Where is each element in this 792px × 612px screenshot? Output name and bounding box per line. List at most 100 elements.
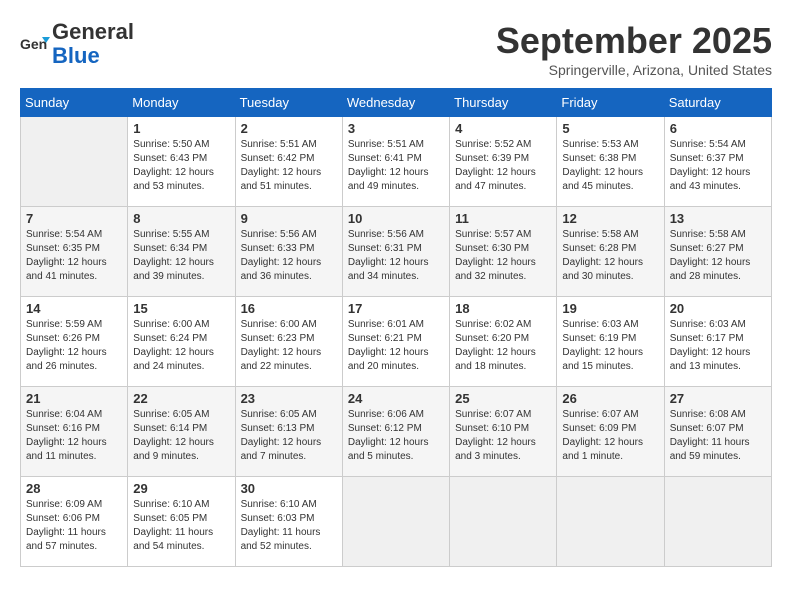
day-number: 2 (241, 121, 337, 136)
logo-line2: Blue (52, 43, 100, 68)
day-number: 21 (26, 391, 122, 406)
calendar-week-row: 21 Sunrise: 6:04 AM Sunset: 6:16 PM Dayli… (21, 387, 772, 477)
day-number: 12 (562, 211, 658, 226)
calendar-cell: 10 Sunrise: 5:56 AM Sunset: 6:31 PM Dayli… (342, 207, 449, 297)
calendar-cell: 23 Sunrise: 6:05 AM Sunset: 6:13 PM Dayli… (235, 387, 342, 477)
calendar-cell: 16Sunrise: 6:00 AM Sunset: 6:23 PM Dayli… (235, 297, 342, 387)
cell-info: Sunrise: 6:03 AM Sunset: 6:19 PM Dayligh… (562, 318, 658, 374)
calendar-cell: 29 Sunrise: 6:10 AM Sunset: 6:05 PM Dayli… (128, 477, 235, 567)
cell-info: Sunrise: 5:51 AM Sunset: 6:42 PM Dayligh… (241, 138, 337, 194)
day-number: 7 (26, 211, 122, 226)
day-number: 16 (241, 301, 337, 316)
day-number: 27 (670, 391, 766, 406)
weekday-header: Wednesday (342, 89, 449, 117)
calendar-cell (450, 477, 557, 567)
cell-info: Sunrise: 6:07 AM Sunset: 6:09 PM Dayligh… (562, 408, 658, 464)
calendar-cell: 2 Sunrise: 5:51 AM Sunset: 6:42 PM Daylig… (235, 117, 342, 207)
day-number: 30 (241, 481, 337, 496)
cell-info: Sunrise: 5:51 AM Sunset: 6:41 PM Dayligh… (348, 138, 444, 194)
calendar-cell: 12 Sunrise: 5:58 AM Sunset: 6:28 PM Dayli… (557, 207, 664, 297)
cell-info: Sunrise: 6:06 AM Sunset: 6:12 PM Dayligh… (348, 408, 444, 464)
day-number: 3 (348, 121, 444, 136)
day-number: 22 (133, 391, 229, 406)
day-number: 1 (133, 121, 229, 136)
day-number: 24 (348, 391, 444, 406)
calendar-cell: 3 Sunrise: 5:51 AM Sunset: 6:41 PM Daylig… (342, 117, 449, 207)
calendar-cell: 1 Sunrise: 5:50 AM Sunset: 6:43 PM Daylig… (128, 117, 235, 207)
calendar-week-row: 7Sunrise: 5:54 AM Sunset: 6:35 PM Daylig… (21, 207, 772, 297)
calendar-body: 1 Sunrise: 5:50 AM Sunset: 6:43 PM Daylig… (21, 117, 772, 567)
cell-info: Sunrise: 5:56 AM Sunset: 6:33 PM Dayligh… (241, 228, 337, 284)
calendar-cell: 17 Sunrise: 6:01 AM Sunset: 6:21 PM Dayli… (342, 297, 449, 387)
logo: Gen General Blue (20, 20, 134, 68)
day-number: 9 (241, 211, 337, 226)
calendar-table: SundayMondayTuesdayWednesdayThursdayFrid… (20, 88, 772, 567)
calendar-week-row: 14Sunrise: 5:59 AM Sunset: 6:26 PM Dayli… (21, 297, 772, 387)
calendar-cell (21, 117, 128, 207)
month-title: September 2025 (496, 20, 772, 62)
cell-info: Sunrise: 5:58 AM Sunset: 6:27 PM Dayligh… (670, 228, 766, 284)
cell-info: Sunrise: 5:57 AM Sunset: 6:30 PM Dayligh… (455, 228, 551, 284)
cell-info: Sunrise: 6:04 AM Sunset: 6:16 PM Dayligh… (26, 408, 122, 464)
calendar-cell (664, 477, 771, 567)
calendar-cell: 6 Sunrise: 5:54 AM Sunset: 6:37 PM Daylig… (664, 117, 771, 207)
calendar-cell: 22 Sunrise: 6:05 AM Sunset: 6:14 PM Dayli… (128, 387, 235, 477)
day-number: 25 (455, 391, 551, 406)
day-number: 26 (562, 391, 658, 406)
weekday-header: Monday (128, 89, 235, 117)
calendar-header-row: SundayMondayTuesdayWednesdayThursdayFrid… (21, 89, 772, 117)
calendar-cell: 24 Sunrise: 6:06 AM Sunset: 6:12 PM Dayli… (342, 387, 449, 477)
day-number: 5 (562, 121, 658, 136)
calendar-cell (342, 477, 449, 567)
day-number: 18 (455, 301, 551, 316)
cell-info: Sunrise: 6:09 AM Sunset: 6:06 PM Dayligh… (26, 498, 122, 554)
cell-info: Sunrise: 6:08 AM Sunset: 6:07 PM Dayligh… (670, 408, 766, 464)
cell-info: Sunrise: 5:58 AM Sunset: 6:28 PM Dayligh… (562, 228, 658, 284)
location: Springerville, Arizona, United States (496, 62, 772, 78)
day-number: 23 (241, 391, 337, 406)
cell-info: Sunrise: 6:05 AM Sunset: 6:13 PM Dayligh… (241, 408, 337, 464)
day-number: 10 (348, 211, 444, 226)
cell-info: Sunrise: 5:56 AM Sunset: 6:31 PM Dayligh… (348, 228, 444, 284)
day-number: 28 (26, 481, 122, 496)
calendar-cell: 9 Sunrise: 5:56 AM Sunset: 6:33 PM Daylig… (235, 207, 342, 297)
calendar-cell: 27 Sunrise: 6:08 AM Sunset: 6:07 PM Dayli… (664, 387, 771, 477)
calendar-cell: 19Sunrise: 6:03 AM Sunset: 6:19 PM Dayli… (557, 297, 664, 387)
cell-info: Sunrise: 6:10 AM Sunset: 6:03 PM Dayligh… (241, 498, 337, 554)
calendar-cell: 15Sunrise: 6:00 AM Sunset: 6:24 PM Dayli… (128, 297, 235, 387)
cell-info: Sunrise: 6:05 AM Sunset: 6:14 PM Dayligh… (133, 408, 229, 464)
calendar-cell: 7Sunrise: 5:54 AM Sunset: 6:35 PM Daylig… (21, 207, 128, 297)
cell-info: Sunrise: 6:01 AM Sunset: 6:21 PM Dayligh… (348, 318, 444, 374)
cell-info: Sunrise: 5:52 AM Sunset: 6:39 PM Dayligh… (455, 138, 551, 194)
calendar-cell: 30 Sunrise: 6:10 AM Sunset: 6:03 PM Dayli… (235, 477, 342, 567)
calendar-cell: 20Sunrise: 6:03 AM Sunset: 6:17 PM Dayli… (664, 297, 771, 387)
cell-info: Sunrise: 5:53 AM Sunset: 6:38 PM Dayligh… (562, 138, 658, 194)
title-block: September 2025 Springerville, Arizona, U… (496, 20, 772, 78)
calendar-week-row: 1 Sunrise: 5:50 AM Sunset: 6:43 PM Daylig… (21, 117, 772, 207)
calendar-cell: 11 Sunrise: 5:57 AM Sunset: 6:30 PM Dayli… (450, 207, 557, 297)
cell-info: Sunrise: 6:10 AM Sunset: 6:05 PM Dayligh… (133, 498, 229, 554)
cell-info: Sunrise: 6:07 AM Sunset: 6:10 PM Dayligh… (455, 408, 551, 464)
day-number: 8 (133, 211, 229, 226)
calendar-cell: 25 Sunrise: 6:07 AM Sunset: 6:10 PM Dayli… (450, 387, 557, 477)
calendar-week-row: 28 Sunrise: 6:09 AM Sunset: 6:06 PM Dayli… (21, 477, 772, 567)
cell-info: Sunrise: 5:55 AM Sunset: 6:34 PM Dayligh… (133, 228, 229, 284)
day-number: 29 (133, 481, 229, 496)
calendar-cell: 18Sunrise: 6:02 AM Sunset: 6:20 PM Dayli… (450, 297, 557, 387)
day-number: 17 (348, 301, 444, 316)
weekday-header: Friday (557, 89, 664, 117)
cell-info: Sunrise: 5:50 AM Sunset: 6:43 PM Dayligh… (133, 138, 229, 194)
weekday-header: Tuesday (235, 89, 342, 117)
day-number: 13 (670, 211, 766, 226)
calendar-cell: 5 Sunrise: 5:53 AM Sunset: 6:38 PM Daylig… (557, 117, 664, 207)
calendar-cell: 21 Sunrise: 6:04 AM Sunset: 6:16 PM Dayli… (21, 387, 128, 477)
day-number: 11 (455, 211, 551, 226)
calendar-cell: 13 Sunrise: 5:58 AM Sunset: 6:27 PM Dayli… (664, 207, 771, 297)
weekday-header: Sunday (21, 89, 128, 117)
day-number: 6 (670, 121, 766, 136)
day-number: 14 (26, 301, 122, 316)
calendar-cell (557, 477, 664, 567)
calendar-cell: 28 Sunrise: 6:09 AM Sunset: 6:06 PM Dayli… (21, 477, 128, 567)
cell-info: Sunrise: 5:54 AM Sunset: 6:37 PM Dayligh… (670, 138, 766, 194)
weekday-header: Thursday (450, 89, 557, 117)
